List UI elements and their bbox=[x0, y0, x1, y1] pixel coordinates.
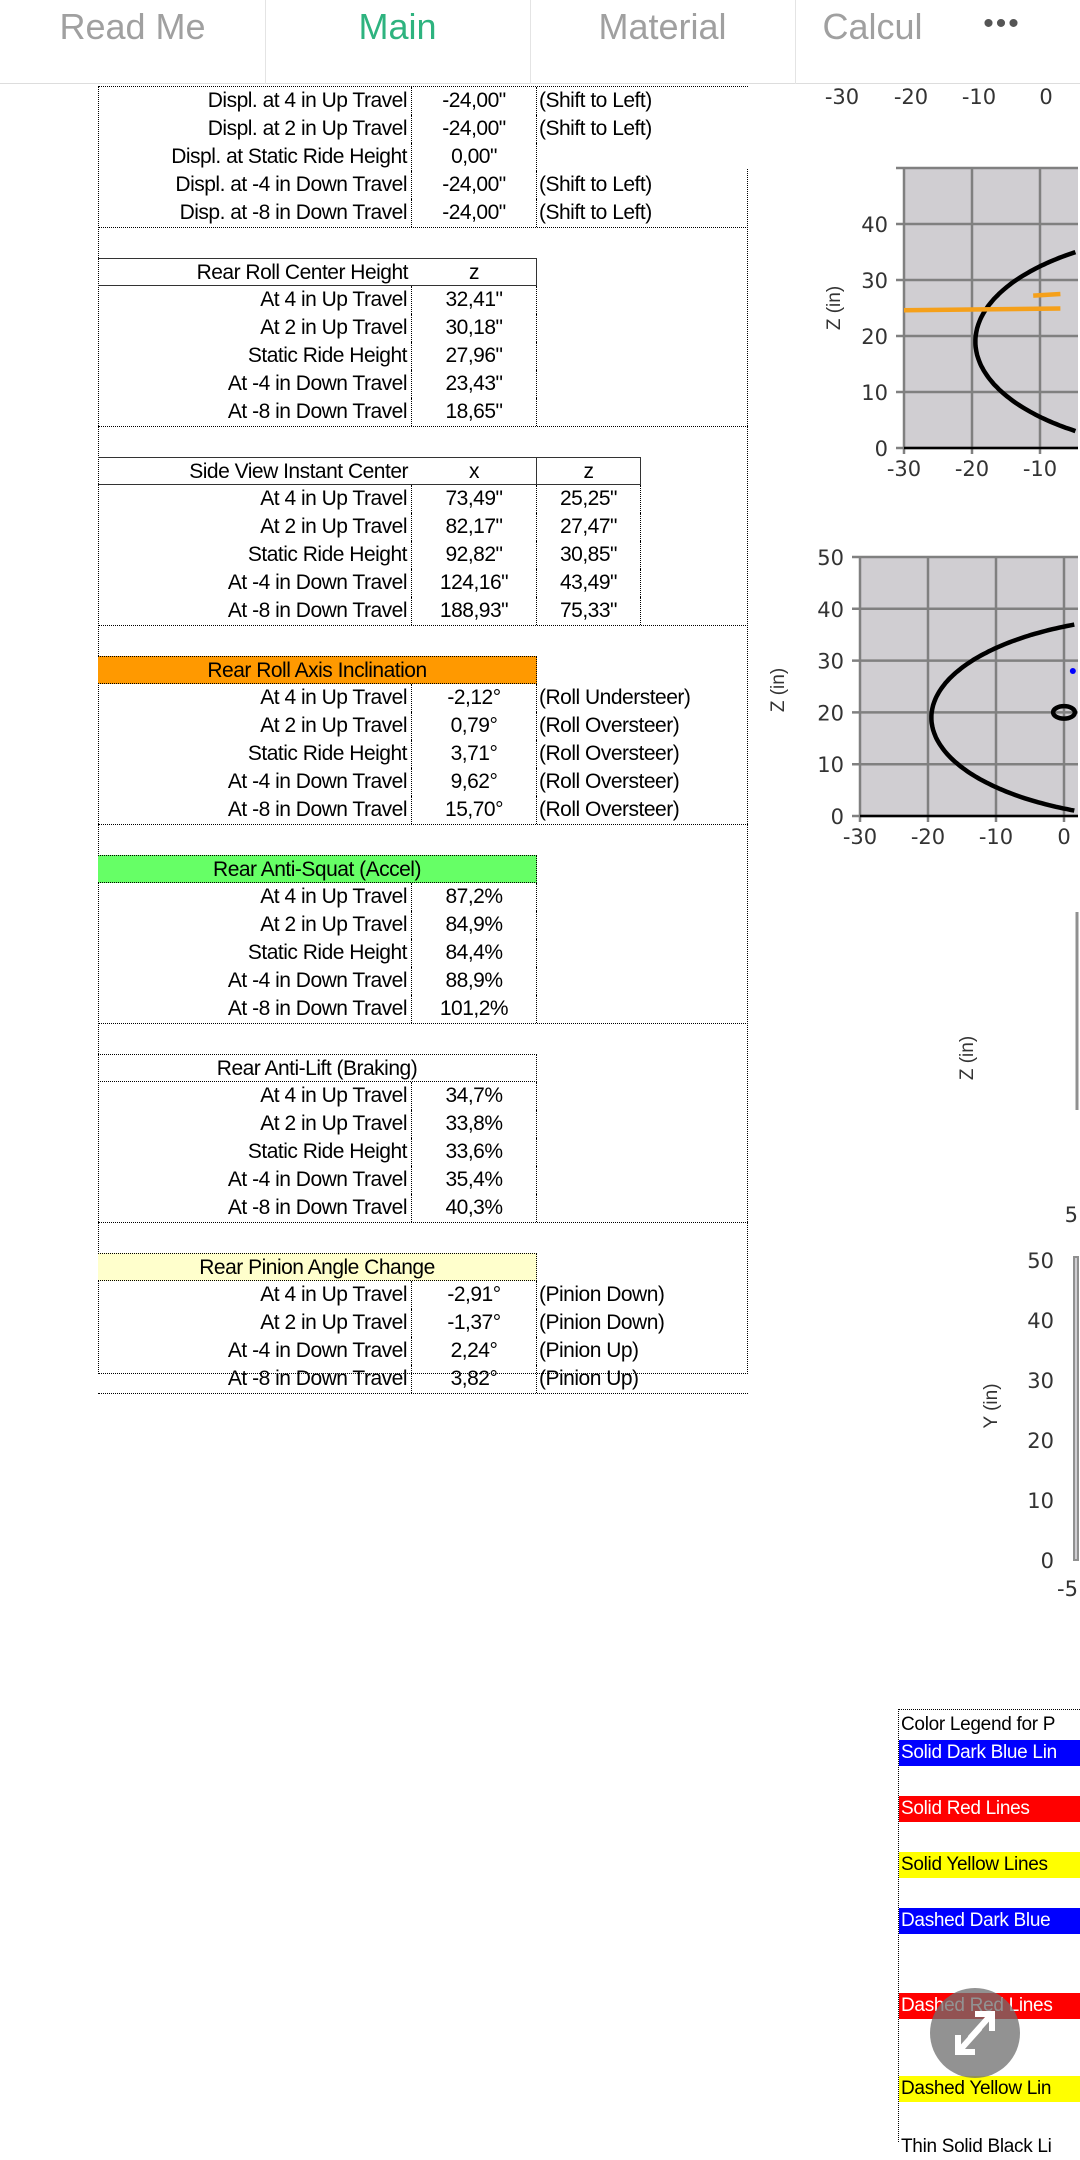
legend-item: Solid Yellow Lines bbox=[899, 1852, 1080, 1878]
x-tick-label: -10 bbox=[1023, 457, 1057, 481]
x-tick-label: -20 bbox=[955, 457, 989, 481]
x-tick-label: -20 bbox=[894, 85, 928, 109]
x-tick-label: -20 bbox=[911, 825, 945, 849]
y-tick-label: 50 bbox=[1027, 1249, 1054, 1273]
tab-read-me[interactable]: Read Me bbox=[0, 0, 265, 84]
expand-arrows-icon bbox=[955, 2011, 995, 2055]
legend-item: Solid Dark Blue Lin bbox=[899, 1740, 1080, 1766]
y-tick-label: 0 bbox=[875, 437, 888, 461]
y-tick-label: 10 bbox=[1027, 1489, 1054, 1513]
plot-area bbox=[860, 557, 1078, 816]
x-tick-label: -10 bbox=[979, 825, 1013, 849]
x-tick-label: 5 bbox=[1065, 1203, 1078, 1227]
y-tick-label: 40 bbox=[1027, 1309, 1054, 1333]
data-point bbox=[1069, 667, 1076, 674]
y-tick-label: 30 bbox=[1027, 1369, 1054, 1393]
expand-button[interactable] bbox=[930, 1988, 1020, 2078]
y-tick-label: 0 bbox=[1041, 1549, 1054, 1573]
sheet-tab-bar: Read Me Main Material Calcul ••• bbox=[0, 0, 1080, 84]
legend-item: Thin Solid Black Li bbox=[901, 2136, 1052, 2157]
y-tick-label: 40 bbox=[817, 598, 844, 622]
link-line bbox=[1033, 291, 1061, 298]
x-tick-label: 0 bbox=[1057, 825, 1070, 849]
y-tick-label: 30 bbox=[817, 650, 844, 674]
y-tick-label: 10 bbox=[817, 753, 844, 777]
more-tabs-button[interactable]: ••• bbox=[972, 0, 1032, 54]
x-tick-label: -30 bbox=[825, 85, 859, 109]
y-axis-label: Y (in) bbox=[981, 1383, 1002, 1428]
tab-calcul[interactable]: Calcul bbox=[795, 0, 950, 84]
y-axis-label: Z (in) bbox=[957, 1036, 978, 1080]
legend-item: Dashed Dark Blue bbox=[899, 1908, 1080, 1934]
y-axis-label: Z (in) bbox=[768, 668, 789, 712]
y-tick-label: 30 bbox=[861, 269, 888, 293]
y-tick-label: 40 bbox=[861, 213, 888, 237]
y-tick-label: 10 bbox=[861, 381, 888, 405]
x-tick-label: -5 bbox=[1057, 1577, 1078, 1601]
y-tick-label: 50 bbox=[817, 546, 844, 570]
legend-title: Color Legend for P bbox=[901, 1714, 1056, 1735]
plot-area bbox=[1073, 1256, 1079, 1561]
y-axis-label: Z (in) bbox=[824, 286, 845, 330]
x-tick-label: -30 bbox=[843, 825, 877, 849]
y-tick-label: 20 bbox=[817, 701, 844, 725]
tab-material[interactable]: Material bbox=[530, 0, 795, 84]
y-tick-label: 0 bbox=[831, 805, 844, 829]
x-tick-label: 0 bbox=[1039, 85, 1052, 109]
y-tick-label: 20 bbox=[1027, 1429, 1054, 1453]
tab-main[interactable]: Main bbox=[265, 0, 530, 84]
x-tick-label: -30 bbox=[887, 457, 921, 481]
x-tick-label: -10 bbox=[962, 85, 996, 109]
y-tick-label: 20 bbox=[861, 325, 888, 349]
legend-item: Solid Red Lines bbox=[899, 1796, 1080, 1822]
link-line bbox=[903, 306, 1061, 313]
legend-item: Dashed Yellow Lin bbox=[899, 2076, 1080, 2102]
